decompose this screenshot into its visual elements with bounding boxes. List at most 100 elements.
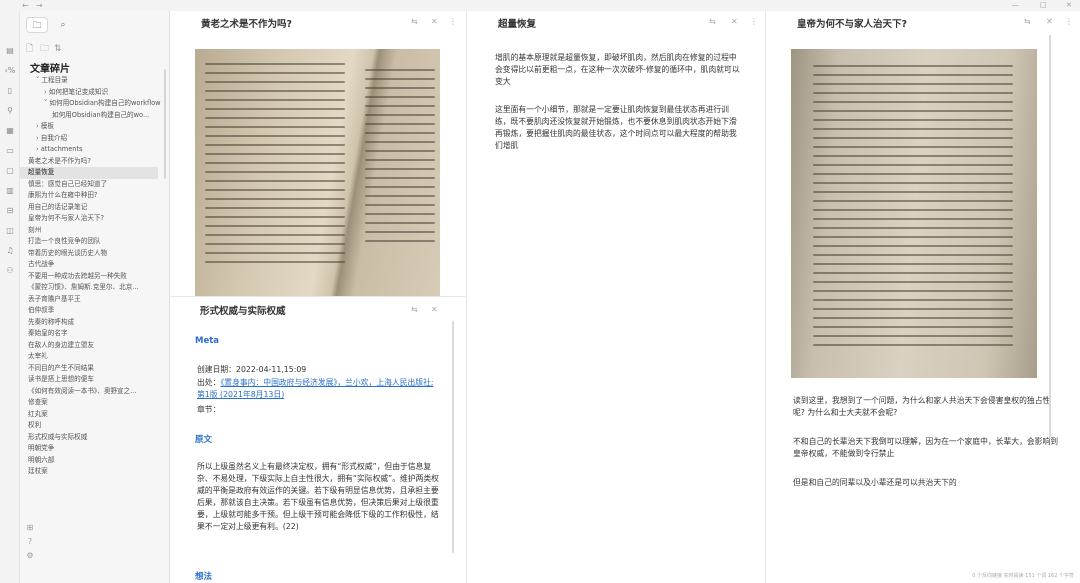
tree-item[interactable]: › 模板 <box>20 121 166 133</box>
sort-icon[interactable]: ⇅ <box>54 43 62 55</box>
settings-icon[interactable]: ⚇ <box>4 265 16 277</box>
stack-icon[interactable]: ◫ <box>4 225 16 237</box>
tree-item[interactable]: 红丸案 <box>20 409 166 421</box>
tree-item[interactable]: 不要用一种成功去跨越另一种失败 <box>20 271 166 283</box>
tree-item[interactable]: 伯仲叔季 <box>20 305 166 317</box>
maximize-icon[interactable]: □ <box>1040 0 1047 11</box>
paragraph: 不和自己的长辈治天下我倒可以理解，因为在一个家庭中，长辈大，会影响到皇帝权威，不… <box>793 437 1059 458</box>
template-icon[interactable]: ▭ <box>4 145 16 157</box>
back-arrow-icon[interactable]: ← <box>22 0 29 11</box>
grid-icon[interactable]: ▥ <box>4 185 16 197</box>
tree-item[interactable]: 丢子育赡户基平王 <box>20 294 166 306</box>
link-pane-icon[interactable]: ⇆ <box>411 305 418 314</box>
more-options-icon[interactable]: ⋮ <box>1065 17 1073 26</box>
files-tab[interactable]: 🗀 <box>26 17 48 33</box>
photo-text-lines <box>813 65 1013 353</box>
tree-item[interactable]: 康熙为什么在雍中种田? <box>20 190 166 202</box>
tree-item[interactable]: 超量恢复 <box>20 167 158 179</box>
tree-item[interactable]: 读书是搭上思想的便车 <box>20 374 166 386</box>
search-icon[interactable]: ‹% <box>4 65 16 77</box>
forward-arrow-icon[interactable]: → <box>36 0 43 11</box>
tree-item[interactable]: 先秦的称呼构成 <box>20 317 166 329</box>
paragraph: 这里面有一个小细节，那就是一定要让肌肉恢复到最佳状态再进行训练，既不要肌肉还没恢… <box>495 105 737 150</box>
book-page-photo <box>195 49 440 296</box>
pane-title: 形式权威与实际权威 <box>200 306 286 317</box>
tree-item[interactable]: 用自己的话记录笔记 <box>20 202 166 214</box>
tree-item[interactable]: ˅ 工程目录 <box>20 75 166 87</box>
tree-item[interactable]: 明朝六部 <box>20 455 166 467</box>
command-icon[interactable]: ▢ <box>4 165 16 177</box>
more-options-icon[interactable]: ⋮ <box>750 17 758 26</box>
tree-item[interactable]: 刻州 <box>20 225 166 237</box>
tree-item[interactable]: › 自我介绍 <box>20 133 166 145</box>
book-page-photo <box>791 49 1037 378</box>
thoughts-heading: 想法 <box>195 572 213 582</box>
tree-item[interactable]: 古代战争 <box>20 259 166 271</box>
pane-scrollbar[interactable] <box>452 321 454 553</box>
tree-item[interactable]: 皇帝为何不与家人治天下? <box>20 213 166 225</box>
new-note-icon[interactable]: 🗋 <box>26 43 33 55</box>
map-icon[interactable]: ⊟ <box>4 205 16 217</box>
tree-item[interactable]: 明朝党争 <box>20 443 166 455</box>
tree-item[interactable]: 廷杖案 <box>20 466 166 478</box>
close-pane-icon[interactable]: ✕ <box>731 17 738 26</box>
tree-item[interactable]: 黄老之术是不作为吗? <box>20 156 166 168</box>
created-date: 创建日期：2022-04-11,15:09 <box>197 365 307 374</box>
source-link[interactable]: 《置身事内：中国政府与经济发展》，兰小欢，上海人民出版社; 第1版 (2021年… <box>197 378 434 399</box>
more-options-icon[interactable]: ⋮ <box>449 17 457 26</box>
pane-supercompensation: 超量恢复 ⇆ ✕ ⋮ 增肌的基本原理就是超量恢复，即破坏肌肉，然后肌肉在修复的过… <box>467 11 764 583</box>
search-tab[interactable]: ⌕ <box>52 17 74 33</box>
settings-gear-icon[interactable]: ⚙ <box>24 551 36 560</box>
tree-item[interactable]: 太宰礼 <box>20 351 166 363</box>
tree-item[interactable]: › 如何把笔记变成知识 <box>20 87 166 99</box>
left-ribbon: ▤ ‹% ▯ ⚲ ▦ ▭ ▢ ▥ ⊟ ◫ ♫ ⚇ <box>0 11 20 583</box>
photo-text-lines-right <box>365 69 435 249</box>
tree-item[interactable]: › attachments <box>20 144 166 156</box>
close-pane-icon[interactable]: ✕ <box>431 305 438 314</box>
close-window-icon[interactable]: ✕ <box>1066 0 1072 11</box>
file-tree: ˅ 工程目录 › 如何把笔记变成知识 ˅ 如何用Obsidian构建自己的workf… <box>20 75 166 478</box>
tree-item[interactable]: 《蒙控习惯》、詹姆斯.克里尔、北京... <box>20 282 166 294</box>
paragraph: 增肌的基本原理就是超量恢复，即破坏肌肉，然后肌肉在修复的过程中会变得比以前更粗一… <box>495 53 740 86</box>
tree-item[interactable]: 如何用Obsidian构建自己的wo... <box>20 110 166 122</box>
tree-item[interactable]: 慎思：感觉自己已经知道了 <box>20 179 166 191</box>
tree-item[interactable]: 修查案 <box>20 397 166 409</box>
link-pane-icon[interactable]: ⇆ <box>709 17 716 26</box>
paragraph: 读到这里，我想到了一个问题，为什么和家人共治天下会侵害皇权的独占性呢? 为什么和… <box>793 396 1051 417</box>
tree-item[interactable]: 在敌人的身边建立盟友 <box>20 340 166 352</box>
calendar-icon[interactable]: ⚲ <box>4 105 16 117</box>
link-pane-icon[interactable]: ⇆ <box>411 17 418 26</box>
vault-icon[interactable]: ⊞ <box>24 523 36 532</box>
tree-item[interactable]: 权利 <box>20 420 166 432</box>
pane-scrollbar[interactable] <box>1049 35 1051 439</box>
photo-text-lines <box>205 63 345 270</box>
audio-icon[interactable]: ♫ <box>4 245 16 257</box>
pane-authority: 形式权威与实际权威 ⇆ ✕ Meta 创建日期：2022-04-11,15:09… <box>171 297 465 583</box>
original-text: 所以上级虽然名义上有最终决定权，拥有“形式权威”，但由于信息复杂、不易处理，下级… <box>197 462 439 531</box>
new-folder-icon[interactable]: 🗀 <box>40 43 49 55</box>
source-line: 出处：《置身事内：中国政府与经济发展》，兰小欢，上海人民出版社; 第1版 (20… <box>197 377 437 401</box>
minimize-icon[interactable]: — <box>1012 0 1019 11</box>
tree-item[interactable]: 打造一个良性竞争的团队 <box>20 236 166 248</box>
tree-item[interactable]: 形式权威与实际权威 <box>20 432 166 444</box>
tag-icon[interactable]: ▦ <box>4 125 16 137</box>
vault-title[interactable]: 文章碎片 <box>30 60 70 75</box>
tree-item[interactable]: 不同目的产生不同结果 <box>20 363 166 375</box>
pane-title: 黄老之术是不作为吗? <box>201 19 293 30</box>
files-icon[interactable]: ▤ <box>4 45 16 57</box>
help-icon[interactable]: ? <box>24 537 36 546</box>
tree-item[interactable]: 秦始皇的名字 <box>20 328 166 340</box>
graph-icon[interactable]: ▯ <box>4 85 16 97</box>
source-label: 出处： <box>197 378 221 387</box>
chapter-line: 章节： <box>197 405 221 414</box>
close-pane-icon[interactable]: ✕ <box>431 17 438 26</box>
close-pane-icon[interactable]: ✕ <box>1046 17 1053 26</box>
tree-item[interactable]: 《如何有效阅读一本书》、奥野宣之... <box>20 386 166 398</box>
pane-title: 超量恢复 <box>498 19 537 30</box>
pane-huanglao: 黄老之术是不作为吗? ⇆ ✕ ⋮ <box>171 11 465 296</box>
tree-item[interactable]: ˅ 如何用Obsidian构建自己的workflow <box>20 98 166 110</box>
link-pane-icon[interactable]: ⇆ <box>1024 17 1031 26</box>
file-explorer: 🗀 ⌕ 🗋 🗀 ⇅ 文章碎片 ˅ 工程目录 › 如何把笔记变成知识 ˅ 如何用Obs… <box>20 11 170 583</box>
sidebar-scrollbar[interactable] <box>164 69 166 179</box>
tree-item[interactable]: 带着历史的眼光谈历史人物 <box>20 248 166 260</box>
